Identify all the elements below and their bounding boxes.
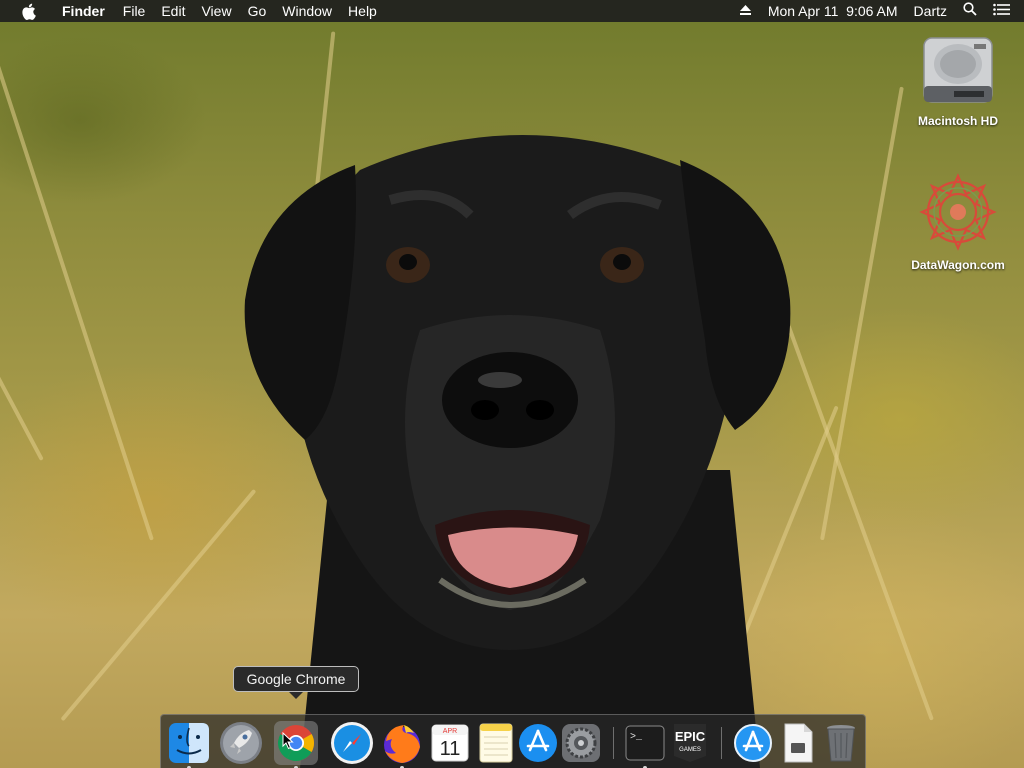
hard-drive-icon — [923, 37, 993, 103]
apple-logo-icon[interactable] — [18, 0, 38, 22]
menu-bar-status-area: Mon Apr 11 9:06 AM Dartz — [731, 0, 1024, 22]
system-preferences-icon — [562, 724, 600, 762]
eject-icon[interactable] — [731, 0, 760, 22]
dock-item-calendar[interactable]: APR 11 — [428, 721, 472, 765]
mouse-cursor-icon — [282, 732, 294, 750]
menu-clock[interactable]: Mon Apr 11 9:06 AM — [760, 0, 906, 22]
dock-item-safari[interactable] — [330, 721, 374, 765]
firefox-icon — [384, 725, 420, 763]
desktop-icon-label: DataWagon.com — [911, 258, 1005, 272]
dock-item-documents[interactable] — [776, 721, 820, 765]
dock-item-epic-games[interactable]: EPIC GAMES — [668, 721, 712, 765]
dock-item-google-chrome[interactable] — [274, 721, 318, 768]
epic-games-icon-line1: EPIC — [675, 729, 706, 744]
mandala-icon — [919, 173, 997, 251]
svg-text:>_: >_ — [630, 732, 643, 743]
menu-app-finder[interactable]: Finder — [54, 0, 113, 22]
desktop-icon-label: Macintosh HD — [917, 114, 998, 128]
dock-item-terminal[interactable]: >_ — [623, 721, 667, 768]
calendar-icon-day: 11 — [440, 738, 461, 760]
launchpad-icon — [220, 722, 262, 764]
notification-center-icon[interactable] — [985, 0, 1024, 22]
desktop-icon-macintosh-hd[interactable]: Macintosh HD — [903, 32, 1013, 128]
dock-item-app-store[interactable] — [516, 721, 560, 765]
calendar-icon: APR 11 — [431, 724, 469, 762]
menu-go[interactable]: Go — [240, 0, 275, 22]
menu-view[interactable]: View — [193, 0, 239, 22]
finder-icon — [169, 723, 209, 763]
desktop-wallpaper — [0, 0, 1024, 768]
dock-separator — [613, 727, 614, 759]
terminal-icon: >_ — [625, 725, 665, 761]
spotlight-search-icon[interactable] — [955, 0, 985, 22]
menu-edit[interactable]: Edit — [153, 0, 193, 22]
notes-icon — [479, 723, 513, 763]
dock: APR 11 >_ EPIC GAMES — [160, 714, 866, 768]
menu-file[interactable]: File — [115, 0, 154, 22]
dock-item-app-store-downloads[interactable] — [731, 721, 775, 765]
dock-separator — [721, 727, 722, 759]
menu-user[interactable]: Dartz — [906, 0, 955, 22]
app-store-icon — [519, 724, 557, 762]
dock-item-firefox[interactable] — [380, 721, 424, 768]
dock-item-notes[interactable] — [474, 721, 518, 765]
menu-bar: Finder File Edit View Go Window Help Mon… — [0, 0, 1024, 22]
dock-item-finder[interactable] — [167, 721, 211, 768]
dog-photo — [244, 135, 791, 768]
dock-tooltip: Google Chrome — [233, 666, 359, 699]
calendar-icon-month: APR — [443, 728, 457, 735]
menu-help[interactable]: Help — [340, 0, 385, 22]
epic-games-icon-line2: GAMES — [679, 747, 701, 753]
dock-item-launchpad[interactable] — [219, 721, 263, 765]
menu-window[interactable]: Window — [274, 0, 340, 22]
dock-item-system-preferences[interactable] — [559, 721, 603, 765]
document-stack-icon — [784, 723, 813, 763]
safari-icon — [331, 722, 373, 764]
trash-icon — [827, 725, 855, 762]
chrome-icon — [274, 721, 318, 765]
desktop-icon-datawagon[interactable]: DataWagon.com — [903, 172, 1013, 272]
dock-item-trash[interactable] — [819, 721, 863, 765]
epic-games-icon: EPIC GAMES — [674, 724, 706, 762]
app-store-folder-icon — [734, 724, 772, 762]
